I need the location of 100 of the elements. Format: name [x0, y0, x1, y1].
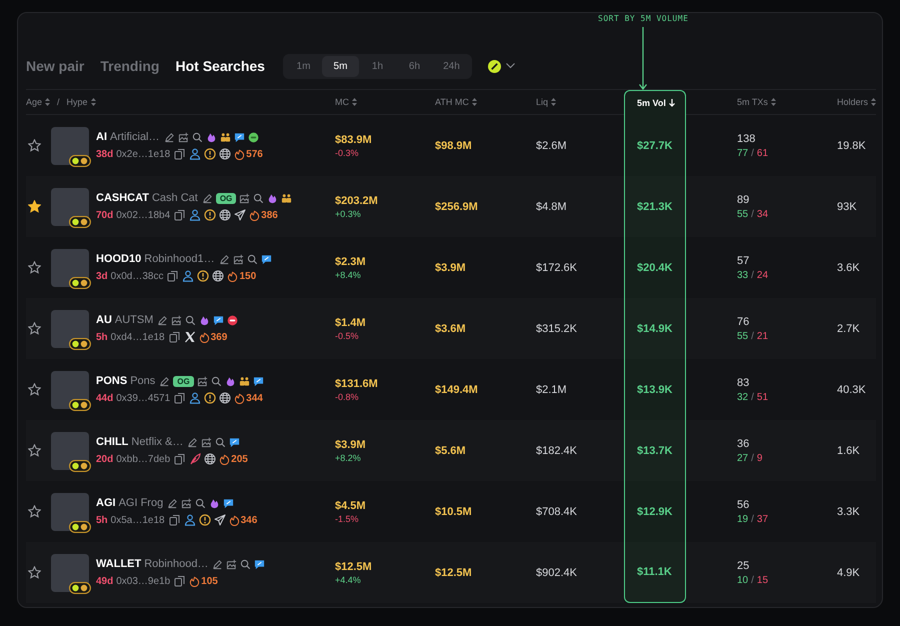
buy-count: 55 [737, 208, 748, 220]
chain-selector[interactable] [488, 60, 515, 72]
ath-market-cap: $149.4M [435, 384, 479, 396]
chat-bubble-icon [260, 254, 272, 264]
image-plus-icon [196, 376, 208, 386]
chat-bubble-icon [252, 376, 264, 386]
liquidity: $182.4K [536, 444, 578, 456]
hype-score: 105 [189, 576, 218, 586]
column-header[interactable]: MC [335, 97, 349, 107]
hype-score: 150 [227, 270, 256, 282]
copy-icon [174, 575, 186, 587]
transaction-count: 57 [737, 254, 750, 266]
token-symbol: WALLET [96, 558, 142, 570]
transaction-count: 138 [737, 132, 756, 144]
pair-badge-icon [69, 460, 91, 472]
tab[interactable]: Hot Searches [175, 58, 265, 74]
coin-icon [248, 132, 259, 142]
ath-market-cap: $256.9M [435, 200, 479, 212]
column-header[interactable]: ATH MC [435, 97, 469, 107]
chain-logo-icon [488, 60, 501, 72]
buy-count: 77 [737, 148, 748, 158]
time-filter[interactable]: 1h [358, 56, 396, 76]
image-plus-icon [232, 254, 244, 264]
time-filter[interactable]: 6h [396, 56, 433, 76]
token-age: 38d [96, 148, 114, 160]
time-filter[interactable]: 24h [432, 56, 470, 76]
count-separator: / [751, 514, 754, 524]
column-header[interactable]: 5m TXs [737, 97, 768, 107]
ath-market-cap: $10.5M [435, 506, 473, 518]
chat-bubble-icon [213, 314, 224, 326]
stop-icon [227, 314, 238, 326]
volume: $13.7K [637, 444, 674, 456]
sell-count: 61 [756, 148, 768, 158]
token-symbol: AGI [96, 497, 116, 509]
column-header[interactable]: Age [26, 97, 42, 107]
tab[interactable]: New pair [26, 58, 84, 74]
time-filter[interactable]: 5m [322, 56, 359, 76]
token-symbol: CHILL [96, 436, 128, 448]
flame-icon [267, 192, 278, 204]
annotation-label: SORT BY 5M VOLUME [598, 14, 688, 23]
count-separator: / [751, 392, 754, 402]
copy-icon [167, 270, 180, 282]
flame-icon [199, 314, 210, 326]
pencil-icon [164, 132, 175, 142]
time-filter[interactable]: 1m [284, 56, 322, 76]
buy-count: 55 [737, 330, 748, 342]
chat-bubble-icon [254, 558, 266, 570]
hype-score: 205 [219, 454, 248, 464]
market-cap: $131.6M [335, 378, 379, 390]
pencil-icon [187, 436, 198, 448]
count-separator: / [751, 452, 754, 464]
token-age: 20d [96, 454, 114, 464]
hype-score: 576 [234, 148, 263, 160]
market-cap: $83.9M [335, 134, 373, 146]
holders-count: 3.6K [837, 262, 861, 274]
people-icon [238, 376, 250, 386]
market-cap: $3.9M [335, 438, 367, 450]
user-icon [189, 148, 202, 160]
count-separator: / [751, 148, 754, 158]
holders-count: 4.9K [837, 566, 861, 578]
sell-count: 24 [756, 270, 768, 280]
chat-bubble-icon [229, 436, 240, 448]
copy-icon [174, 209, 186, 221]
search-icon [210, 376, 222, 386]
globe-icon [212, 270, 224, 282]
tab[interactable]: Trending [100, 58, 160, 74]
column-header[interactable]: 5m Vol [637, 98, 666, 108]
token-age: 44d [96, 392, 114, 404]
sort-down-icon [668, 99, 675, 107]
buy-count: 10 [737, 574, 748, 586]
warning-icon [204, 392, 216, 404]
column-header[interactable]: Hype [66, 97, 88, 107]
user-icon [182, 270, 194, 282]
volume: $12.9K [637, 506, 674, 518]
paper-plane-icon [214, 514, 226, 526]
pair-badge-icon [69, 216, 91, 228]
token-name: Robinhood1… [144, 253, 215, 265]
column-header[interactable]: Holders [837, 97, 868, 107]
search-icon [240, 558, 252, 570]
copy-icon [168, 331, 181, 343]
sort-icon [90, 98, 96, 106]
token-symbol: PONS [96, 375, 128, 387]
column-header[interactable]: Liq [536, 97, 548, 107]
sort-icon [472, 98, 477, 106]
warning-icon [204, 209, 216, 221]
pair-badge-icon [69, 520, 91, 532]
warning-icon [198, 514, 211, 526]
globe-icon [219, 209, 232, 221]
warning-icon [204, 148, 216, 160]
ath-market-cap: $3.6M [435, 322, 467, 334]
pencil-icon [167, 498, 178, 508]
ath-market-cap: $5.6M [435, 444, 467, 456]
pair-badge-icon [69, 276, 91, 288]
token-name: Cash Cat [152, 192, 198, 204]
search-icon [215, 436, 226, 448]
people-icon [220, 132, 231, 142]
contract-address: 0x02…18b4 [116, 210, 170, 220]
warning-icon [197, 270, 210, 282]
market-cap: $203.2M [335, 194, 379, 206]
hype-score: 369 [198, 332, 228, 342]
